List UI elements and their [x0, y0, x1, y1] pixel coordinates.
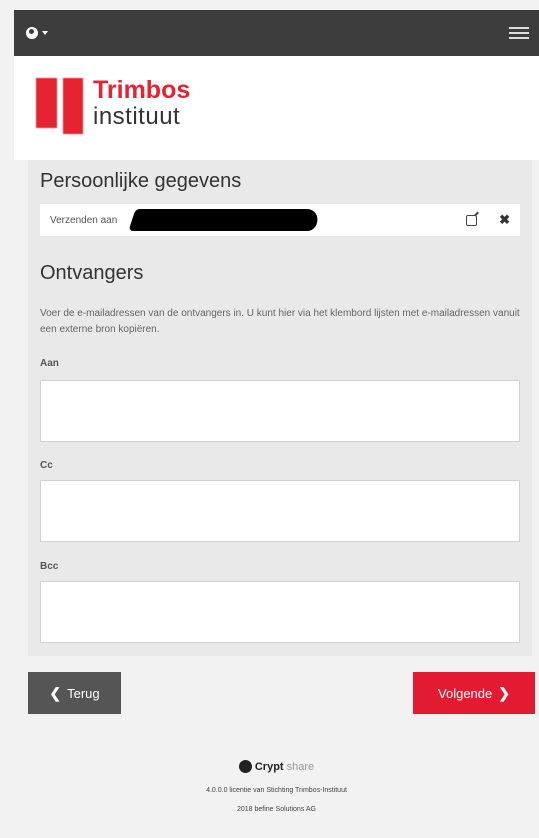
close-icon[interactable]: ✖ [499, 212, 510, 228]
copyright-text: 2018 befine Solutions AG [236, 806, 316, 813]
back-button-label: Terug [67, 685, 100, 701]
edit-icon[interactable] [466, 214, 478, 226]
recipients-description: Voer de e-mailadressen van de ontvangers… [40, 308, 520, 335]
cc-field[interactable] [40, 480, 520, 542]
top-navbar [14, 10, 539, 56]
brand-header: Trimbos instituut [14, 56, 539, 160]
redaction-mark [128, 209, 322, 231]
hamburger-menu-icon[interactable] [509, 27, 529, 39]
to-label: Aan [40, 358, 59, 369]
globe-icon [26, 27, 38, 39]
to-field[interactable] [40, 380, 520, 442]
footer: Crypt share 4.0.0.0 licentie van Stichtin… [14, 760, 539, 813]
cryptshare-logo-share: share [286, 760, 315, 773]
back-button[interactable]: ❮ Terug [28, 672, 121, 714]
caret-down-icon [42, 31, 48, 35]
language-selector[interactable] [26, 27, 48, 39]
logo-line2: instituut [93, 103, 181, 130]
logo-mark [36, 78, 83, 134]
bcc-field[interactable] [40, 581, 520, 643]
chevron-left-icon: ❮ [49, 684, 62, 701]
trimbos-logo: Trimbos instituut [36, 78, 190, 134]
send-to-label: Verzenden aan [50, 214, 118, 226]
form-panel: Persoonlijke gegevens Verzenden aan ✖ On… [28, 160, 532, 656]
next-button[interactable]: Volgende ❯ [413, 672, 535, 714]
cryptshare-logo: Crypt share [14, 760, 539, 773]
bcc-label: Bcc [40, 561, 59, 572]
cc-label: Cc [40, 460, 53, 471]
personal-details-title: Persoonlijke gegevens [40, 170, 242, 192]
logo-line1: Trimbos [93, 76, 191, 104]
next-button-label: Volgende [438, 685, 493, 701]
recipients-title: Ontvangers [40, 262, 144, 284]
chevron-right-icon: ❯ [498, 684, 510, 701]
cryptshare-mark-icon [238, 760, 252, 773]
cryptshare-logo-crypt: Crypt [254, 760, 284, 773]
send-to-row: Verzenden aan ✖ [40, 204, 520, 236]
license-text: 4.0.0.0 licentie van Stichting Trimbos-I… [206, 787, 347, 794]
